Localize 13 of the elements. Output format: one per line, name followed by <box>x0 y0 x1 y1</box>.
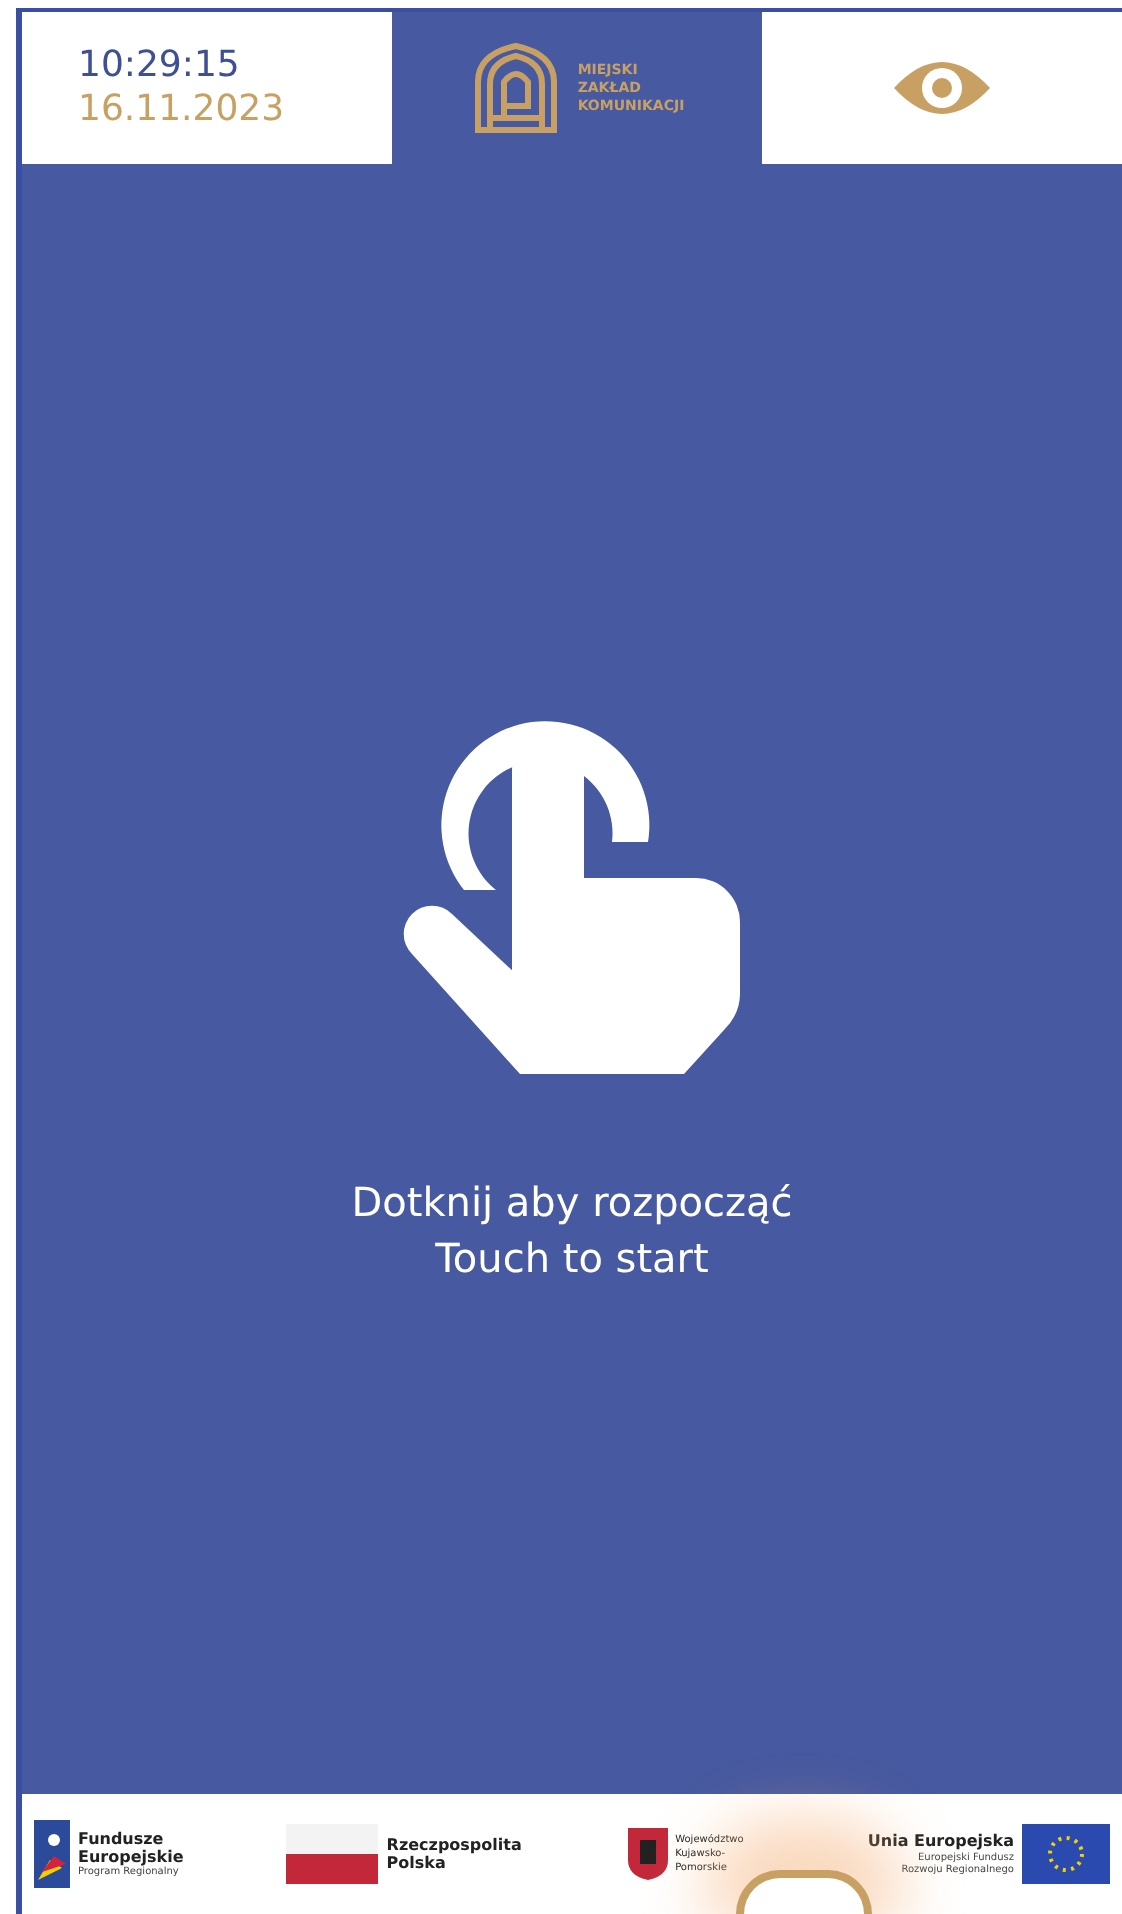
eu-flag-icon <box>1021 1824 1110 1884</box>
arch-logo-icon <box>469 42 562 134</box>
prompt-text: Dotknij aby rozpocząć <box>351 1176 793 1230</box>
coat-of-arms-icon <box>627 1828 668 1880</box>
logo-title: Unia Europejska <box>867 1832 1014 1852</box>
logo-title: Rzeczpospolita Polska <box>386 1836 524 1872</box>
prompt-text: Touch to start <box>435 1232 709 1286</box>
flag-icon <box>286 1824 379 1884</box>
clock-time: 10:29:15 <box>78 44 242 88</box>
logo-title: Fundusze Europejskie <box>78 1830 186 1866</box>
start-screen-background[interactable]: Dotknij aby rozpocząć Touch to start <box>22 164 1122 1794</box>
funds-logo-icon <box>34 1820 70 1888</box>
clock-date: 16.11.2023 <box>78 88 287 132</box>
